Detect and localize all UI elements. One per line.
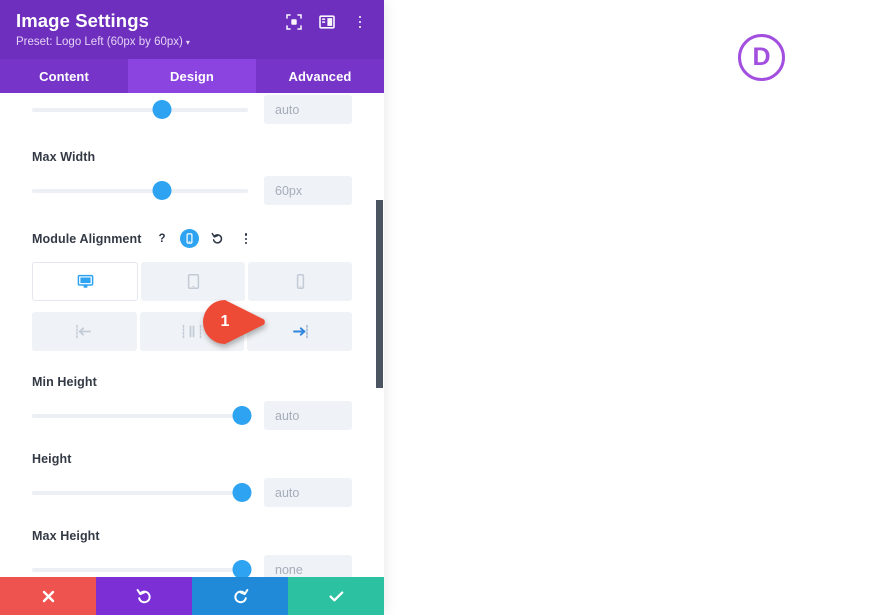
preset-selector[interactable]: Preset: Logo Left (60px by 60px) ▾ [16, 36, 286, 48]
divi-logo-letter: D [752, 43, 771, 71]
close-button[interactable] [0, 577, 96, 615]
slider-partial-top[interactable] [32, 99, 248, 121]
field-partial-top: auto [32, 93, 352, 125]
field-height: Height auto [32, 430, 352, 508]
tablet-icon[interactable] [141, 262, 245, 302]
help-icon[interactable]: ? [152, 229, 171, 248]
tab-content[interactable]: Content [0, 59, 128, 94]
device-button-group [32, 262, 352, 302]
layout-panel-icon[interactable] [319, 14, 335, 30]
slider-max-height[interactable] [32, 559, 252, 577]
value-max-width[interactable]: 60px [264, 176, 352, 206]
panel-tabs: Content Design Advanced [0, 59, 384, 94]
value-partial-top[interactable]: auto [264, 95, 352, 125]
panel-scrollbar[interactable] [376, 93, 384, 577]
tab-advanced[interactable]: Advanced [256, 59, 384, 94]
chevron-down-icon: ▾ [185, 38, 190, 48]
panel-body: auto Max Width 60px Module Alignment ? M… [0, 93, 384, 577]
focus-target-icon[interactable] [286, 14, 302, 30]
tab-design[interactable]: Design [128, 59, 256, 94]
alignment-button-group [32, 312, 353, 352]
undo-button[interactable] [96, 577, 192, 615]
page-title: Image Settings [16, 10, 149, 31]
value-min-height[interactable]: auto [264, 401, 352, 431]
image-settings-panel: Image Settings Preset: Logo Left (60px b… [0, 0, 384, 615]
align-center-icon[interactable] [139, 312, 245, 352]
value-height[interactable]: auto [264, 478, 352, 508]
screen: Image Settings Preset: Logo Left (60px b… [0, 0, 880, 615]
save-button[interactable] [288, 577, 384, 615]
slider-min-height[interactable] [32, 405, 252, 427]
desktop-icon[interactable] [32, 262, 138, 302]
field-max-width: Max Width 60px [32, 124, 352, 206]
label-max-height: Max Height [32, 529, 100, 544]
slider-thumb[interactable] [232, 482, 252, 502]
preset-label: Preset: Logo Left (60px by 60px) [16, 36, 183, 49]
field-min-height: Min Height auto [32, 351, 352, 431]
slider-thumb[interactable] [152, 99, 172, 119]
responsive-mobile-icon[interactable] [180, 229, 200, 249]
phone-icon[interactable] [248, 262, 352, 302]
slider-height[interactable] [32, 482, 252, 504]
field-max-height: Max Height none [32, 507, 352, 577]
label-min-height: Min Height [32, 375, 97, 390]
more-vertical-icon[interactable] [352, 14, 368, 30]
scrollbar-thumb[interactable] [376, 199, 383, 389]
panel-header: Image Settings Preset: Logo Left (60px b… [0, 0, 384, 60]
header-icon-group [286, 10, 368, 30]
more-vertical-icon[interactable] [236, 229, 255, 248]
divi-logo-icon: D [738, 34, 785, 81]
field-module-alignment: Module Alignment ? [32, 205, 353, 352]
reset-icon[interactable] [208, 229, 227, 248]
slider-max-width[interactable] [32, 180, 248, 202]
slider-thumb[interactable] [152, 180, 172, 200]
slider-thumb[interactable] [232, 405, 252, 425]
value-max-height[interactable]: none [264, 555, 352, 577]
label-max-width: Max Width [32, 150, 96, 165]
redo-button[interactable] [192, 577, 288, 615]
label-height: Height [32, 452, 72, 467]
align-right-icon[interactable] [247, 312, 353, 352]
slider-thumb[interactable] [232, 559, 252, 577]
panel-footer [0, 577, 384, 615]
label-module-alignment: Module Alignment [32, 231, 142, 246]
align-left-icon[interactable] [32, 312, 137, 352]
